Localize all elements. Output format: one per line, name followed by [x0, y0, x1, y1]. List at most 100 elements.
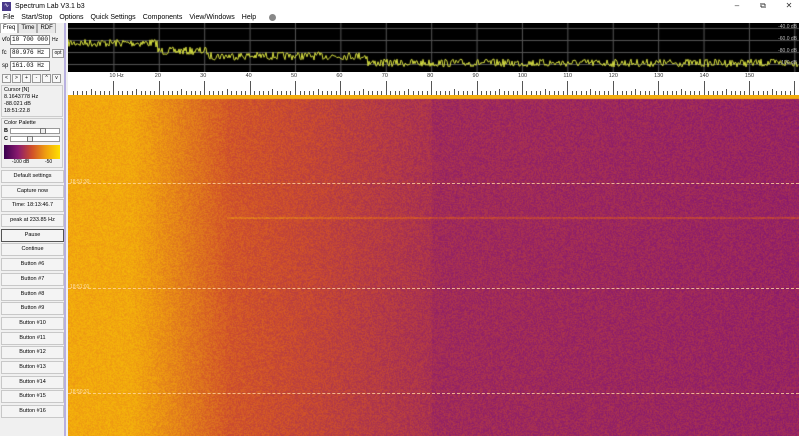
freq-label: 60 [336, 73, 343, 79]
scale-tick [340, 81, 342, 95]
freq-label: 90 [472, 73, 479, 79]
palette-max-label: -50 [44, 159, 53, 165]
freq-label: 100 [517, 73, 528, 79]
scale-tick [521, 81, 523, 95]
menu-view-windows[interactable]: View/Windows [189, 14, 234, 21]
menu-start-stop[interactable]: Start/Stop [21, 14, 52, 21]
vfo-input[interactable]: 10 700 000 [10, 35, 50, 45]
minimize-button[interactable]: – [725, 0, 749, 12]
fc-input[interactable]: 80.976 Hz [10, 48, 50, 58]
spectrum-graph[interactable] [68, 23, 799, 72]
brightness-slider[interactable] [9, 128, 60, 134]
button-default-settings[interactable]: Default settings [1, 170, 64, 183]
button-button-10[interactable]: Button #10 [1, 316, 64, 330]
button-button-15[interactable]: Button #15 [1, 390, 64, 404]
button-button-11[interactable]: Button #11 [1, 331, 64, 345]
button-capture-now[interactable]: Capture now [1, 184, 64, 198]
contrast-label: C [4, 135, 8, 142]
button-button-12[interactable]: Button #12 [1, 346, 64, 360]
scale-tick [431, 81, 433, 95]
menu-quick-settings[interactable]: Quick Settings [91, 14, 136, 21]
time-label: 18:51:01 [70, 284, 90, 290]
cursor-time: 18:51:22.8 [4, 108, 30, 114]
button-button-9[interactable]: Button #9 [1, 302, 64, 316]
scroll-right-button[interactable]: > [12, 74, 21, 83]
db-label: -40.0 dB [778, 24, 797, 30]
zoom-in-button[interactable]: + [22, 74, 31, 83]
color-palette-group: Color Palette B C -100 dB -50 [1, 118, 63, 168]
up-button[interactable]: ^ [42, 74, 51, 83]
sp-input[interactable]: 161.03 Hz [10, 61, 50, 71]
palette-min-label: -100 dB [11, 159, 30, 165]
freq-label: 120 [608, 73, 618, 79]
scale-tick [612, 81, 614, 95]
app-icon: ∿ [2, 1, 11, 11]
freq-label: 30 [200, 73, 207, 79]
freq-label: 110 [563, 73, 573, 79]
vfo-label: vfo [2, 37, 11, 43]
brightness-label: B [4, 127, 8, 134]
button-peak-at-233-85-hz[interactable]: peak at 233.85 Hz [1, 214, 64, 228]
cursor-title: Cursor [N] [4, 87, 30, 93]
opt-button[interactable]: opt [52, 48, 64, 58]
waterfall-display[interactable] [68, 95, 799, 436]
window-title: Spectrum Lab V3.1 b3 [15, 2, 85, 10]
menu-help[interactable]: Help [242, 14, 256, 21]
tab-freq[interactable]: Freq [0, 23, 19, 33]
scale-tick [113, 81, 115, 95]
button-button-8[interactable]: Button #8 [1, 287, 64, 301]
palette-title: Color Palette [4, 120, 36, 126]
brightness-thumb[interactable] [39, 128, 46, 134]
time-label: 18:51:30 [70, 179, 90, 185]
tab-rdf[interactable]: RDF [37, 23, 56, 33]
time-marker-line [68, 183, 799, 184]
freq-label: 80 [427, 73, 434, 79]
contrast-thumb[interactable] [27, 136, 34, 142]
freq-label: 10 Hz [109, 73, 124, 79]
menu-file[interactable]: File [3, 14, 14, 21]
scale-tick [294, 81, 296, 95]
scale-tick [204, 81, 206, 95]
button-button-14[interactable]: Button #14 [1, 375, 64, 389]
zoom-out-button[interactable]: - [32, 74, 41, 83]
fc-label: fc [2, 50, 7, 56]
freq-label: 130 [654, 73, 664, 79]
frequency-scale[interactable]: 10 Hz 20 30 40 50 60 70 80 90 100 110 120 130 140 150 [68, 72, 799, 95]
button-button-16[interactable]: Button #16 [1, 405, 64, 418]
db-label: -80.0 dB [778, 48, 797, 54]
cursor-info: Cursor [N] 8.1643778 Hz -88.021 dB 18:51… [1, 85, 63, 117]
freq-label: 50 [290, 73, 298, 79]
cursor-level: -88.021 dB [4, 101, 31, 107]
button-time-18-13-46-7[interactable]: Time: 18:13:46.7 [1, 199, 64, 213]
freq-label: 40 [245, 73, 252, 79]
freq-label: 70 [381, 73, 388, 79]
scale-tick [476, 81, 478, 95]
menu-components[interactable]: Components [143, 14, 183, 21]
button-continue[interactable]: Continue [1, 243, 64, 257]
freq-label: 150 [744, 73, 755, 79]
menu-options[interactable]: Options [59, 14, 83, 21]
cursor-freq: 8.1643778 Hz [4, 94, 39, 100]
button-pause[interactable]: Pause [1, 228, 64, 242]
time-marker-line [68, 393, 799, 394]
button-button-13[interactable]: Button #13 [1, 360, 64, 374]
menu-bar: File Start/Stop Options Quick Settings C… [0, 12, 799, 23]
scale-tick [658, 81, 660, 95]
sp-label: sp [2, 63, 9, 69]
down-button[interactable]: v [52, 74, 61, 83]
tab-time[interactable]: Time [18, 23, 38, 33]
status-indicator-icon [269, 14, 277, 21]
contrast-slider[interactable] [9, 136, 60, 142]
restore-button[interactable]: ⧉ [751, 0, 775, 12]
db-label: -60.0 dB [778, 36, 797, 42]
close-button[interactable]: ✕ [777, 0, 799, 12]
restore-icon: ⧉ [760, 1, 766, 10]
scroll-left-button[interactable]: < [2, 74, 11, 83]
scale-tick [567, 81, 569, 95]
scale-tick [385, 81, 387, 95]
control-panel: Freq Time RDF vfo 10 700 000 Hz fc 80.976 H… [0, 23, 66, 436]
button-button-6[interactable]: Button #6 [1, 258, 64, 272]
vfo-unit: Hz [52, 37, 59, 43]
time-label: 18:50:31 [70, 389, 90, 395]
button-button-7[interactable]: Button #7 [1, 272, 64, 286]
